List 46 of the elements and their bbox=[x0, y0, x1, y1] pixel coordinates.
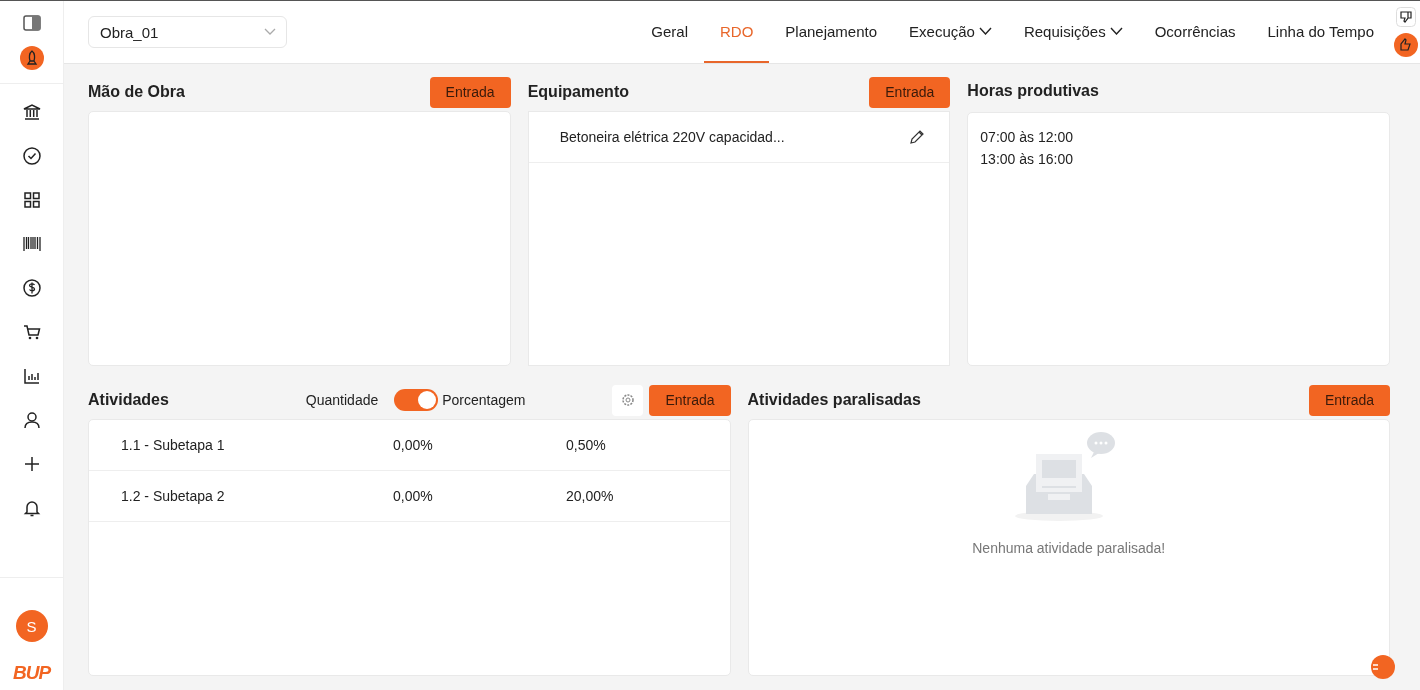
edit-icon[interactable] bbox=[909, 129, 926, 145]
user-icon[interactable] bbox=[21, 410, 42, 430]
table-cell-text: 0,50% bbox=[566, 437, 607, 453]
nav-tab[interactable]: Requisições bbox=[1007, 1, 1139, 63]
table-cell-text: 0,00% bbox=[393, 488, 434, 504]
gear-icon bbox=[620, 393, 635, 407]
time-range: 13:00 às 16:00 bbox=[980, 151, 1074, 167]
project-select[interactable]: Obra_01 bbox=[88, 16, 287, 48]
sidebar-toggle-icon[interactable] bbox=[22, 15, 41, 31]
bank-icon[interactable] bbox=[21, 102, 42, 122]
toggle-label: Quantidade bbox=[305, 392, 379, 408]
toggle-label: Porcentagem bbox=[442, 392, 526, 408]
nav-tab[interactable]: Ocorrências bbox=[1138, 1, 1252, 63]
nav-tab[interactable]: Execução bbox=[893, 1, 1008, 63]
check-circle-icon[interactable] bbox=[21, 146, 42, 166]
equipment-name: Betoneira elétrica 220V capacidad... bbox=[559, 129, 785, 145]
mode-switch[interactable] bbox=[394, 389, 439, 411]
section-title: Atividades bbox=[88, 391, 169, 409]
bar-chart-icon[interactable] bbox=[21, 366, 42, 386]
entry-button[interactable]: Entrada bbox=[649, 384, 731, 416]
barcode-icon[interactable] bbox=[21, 234, 42, 254]
empty-message: Nenhuma atividade paralisada! bbox=[972, 540, 1166, 556]
entry-button[interactable]: Entrada bbox=[869, 76, 951, 108]
table-cell-text: 20,00% bbox=[566, 488, 615, 504]
grid-icon[interactable] bbox=[21, 190, 42, 210]
section-title: Mão de Obra bbox=[88, 83, 185, 101]
section-title: Equipamento bbox=[527, 83, 629, 101]
cart-icon[interactable] bbox=[21, 322, 42, 342]
section-title: Horas produtivas bbox=[967, 81, 1099, 100]
time-range: 07:00 às 12:00 bbox=[980, 129, 1074, 145]
entry-button[interactable]: Entrada bbox=[429, 76, 511, 108]
thumbs-up-icon[interactable] bbox=[1394, 33, 1418, 57]
entry-button[interactable]: Entrada bbox=[1308, 384, 1390, 416]
chat-widget-icon[interactable] bbox=[1370, 654, 1396, 680]
table-cell-text: 1.2 - Subetapa 2 bbox=[121, 488, 226, 504]
brand-logo: BUP bbox=[12, 662, 51, 684]
nav-tab[interactable]: Linha do Tempo bbox=[1251, 1, 1390, 63]
section-title: Atividades paralisadas bbox=[747, 391, 921, 409]
nav-tab[interactable]: Planejamento bbox=[769, 1, 894, 63]
dollar-icon[interactable] bbox=[21, 278, 42, 298]
nav-tab[interactable]: Geral bbox=[635, 1, 704, 63]
table-cell-text: 1.1 - Subetapa 1 bbox=[121, 437, 226, 453]
table-cell-text: 0,00% bbox=[393, 437, 434, 453]
rocket-icon[interactable] bbox=[18, 45, 45, 71]
thumbs-down-icon[interactable] bbox=[1396, 7, 1416, 27]
bell-icon[interactable] bbox=[21, 498, 42, 518]
